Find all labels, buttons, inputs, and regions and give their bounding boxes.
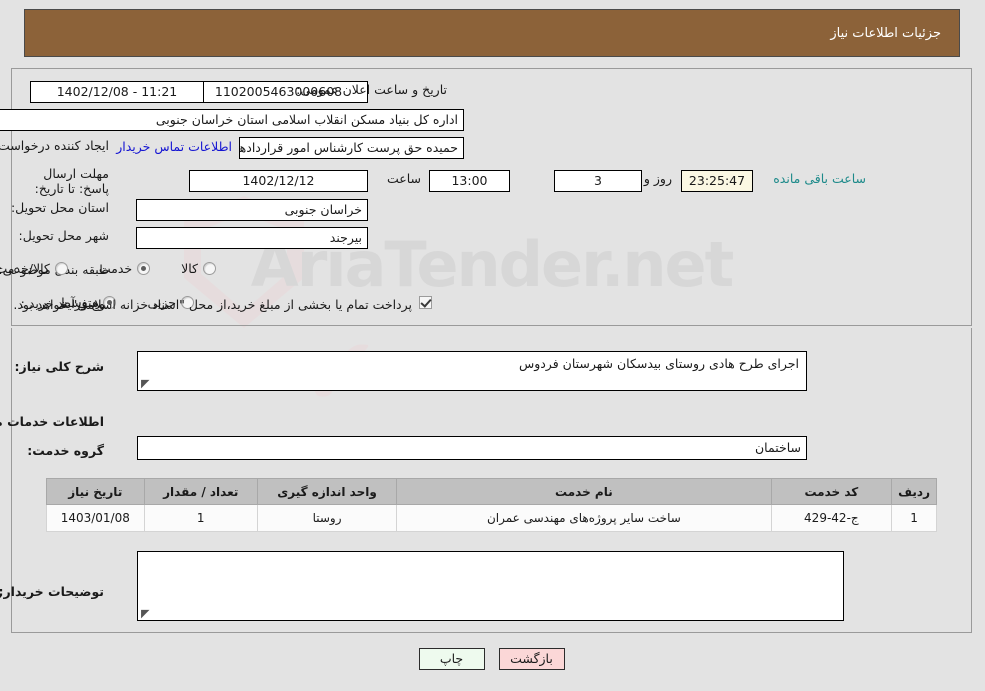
deadline-label: مهلت ارسال پاسخ: تا تاریخ:	[35, 166, 110, 196]
delivery-province-field-wrap: خراسان جنوبی	[137, 199, 369, 221]
deadline-hour-label-wrap: ساعت	[388, 171, 422, 186]
treasury-text-wrap: پرداخت تمام یا بخشی از مبلغ خرید،از محل …	[14, 297, 413, 312]
table-header-row: ردیف کد خدمت نام خدمت واحد اندازه گیری ت…	[47, 478, 938, 505]
radio-subject-khedmat[interactable]: خدمت	[99, 261, 152, 276]
deadline-date-value: 1402/12/12	[190, 170, 369, 192]
cell-quantity: 1	[144, 504, 259, 532]
radio-label-kala: کالا	[182, 261, 199, 276]
cell-index: 1	[892, 504, 938, 532]
buyer-contact-link[interactable]: اطلاعات تماس خریدار	[117, 139, 233, 154]
deadline-countdown-label-wrap: ساعت باقی مانده	[774, 171, 867, 186]
cell-need-date: 1403/01/08	[47, 504, 146, 532]
delivery-province-label-wrap: استان محل تحویل:	[12, 200, 110, 215]
page-title: جزئیات اطلاعات نیاز	[831, 25, 942, 41]
buyer-notes-label: توضیحات خریدار;	[0, 584, 105, 599]
page-header: جزئیات اطلاعات نیاز	[25, 9, 961, 57]
services-section-title-wrap: اطلاعات خدمات مورد نیاز	[0, 414, 105, 429]
announce-datetime-field-wrap: 11:21 - 1402/12/08	[31, 81, 205, 103]
cell-unit: روستا	[257, 504, 399, 532]
announce-datetime-value: 11:21 - 1402/12/08	[31, 81, 205, 103]
cell-service-code: ج-42-429	[771, 504, 894, 532]
delivery-city-field-wrap: بیرجند	[137, 227, 369, 249]
cell-service-name: ساخت سایر پروژه‌های مهندسی عمران	[397, 504, 773, 532]
general-description-label: شرح کلی نیاز:	[15, 359, 105, 374]
deadline-time-wrap: 13:00	[430, 170, 511, 192]
request-creator-label-wrap: ایجاد کننده درخواست:	[0, 138, 110, 153]
buyer-contact-link-wrap[interactable]: اطلاعات تماس خریدار	[117, 139, 233, 154]
deadline-days-wrap: 3	[555, 170, 643, 192]
service-group-field-wrap: ساختمان	[138, 436, 808, 460]
radio-label-kala-khedmat: کالا/خدمت	[0, 261, 51, 276]
table-row: 1 ج-42-429 ساخت سایر پروژه‌های مهندسی عم…	[47, 504, 938, 532]
resize-handle-icon[interactable]: ◥	[142, 607, 152, 620]
general-description-label-wrap: شرح کلی نیاز:	[16, 359, 105, 374]
deadline-days-value: 3	[555, 170, 643, 192]
buyer-notes-textarea[interactable]: ◥	[138, 551, 845, 621]
radio-button-selected-icon[interactable]	[138, 262, 152, 275]
resize-handle-icon[interactable]: ◥	[142, 377, 152, 390]
deadline-days-label-wrap: روز و	[645, 171, 673, 186]
radio-subject-kala[interactable]: کالا	[182, 261, 217, 276]
radio-button-icon[interactable]	[204, 262, 217, 275]
deadline-label-wrap: مهلت ارسال پاسخ: تا تاریخ:	[15, 166, 110, 197]
radio-label-khedmat: خدمت	[99, 261, 134, 276]
treasury-checkbox-text: پرداخت تمام یا بخشی از مبلغ خرید،از محل …	[14, 297, 413, 312]
print-button[interactable]: چاپ	[419, 648, 486, 670]
deadline-date-wrap: 1402/12/12	[190, 170, 369, 192]
announce-datetime-label-wrap: تاریخ و ساعت اعلان عمومی:	[297, 82, 448, 97]
delivery-city-label: شهر محل تحویل:	[19, 228, 110, 243]
request-creator-value: حمیده حق پرست کارشناس امور قراردادها ادا…	[240, 137, 465, 159]
table-col-quantity: تعداد / مقدار	[144, 478, 259, 505]
subject-category-radio-group: کالا خدمت کالا/خدمت	[0, 261, 217, 276]
general-description-value: اجرای طرح هادی روستای بیدسکان شهرستان فر…	[519, 356, 800, 371]
deadline-hour-label: ساعت	[387, 171, 422, 186]
need-info-panel	[12, 68, 973, 326]
request-creator-field-wrap: حمیده حق پرست کارشناس امور قراردادها ادا…	[240, 137, 465, 159]
buyer-org-value: اداره کل بنیاد مسکن انقلاب اسلامی استان …	[0, 109, 465, 131]
delivery-city-value: بیرجند	[137, 227, 369, 249]
page-root: ✔ AriaTender.net جزئیات اطلاعات نیاز شما…	[0, 0, 985, 691]
announce-datetime-label: تاریخ و ساعت اعلان عمومی:	[297, 82, 448, 97]
table-col-service-code: کد خدمت	[771, 478, 894, 505]
services-section-title: اطلاعات خدمات مورد نیاز	[0, 414, 105, 429]
services-table: ردیف کد خدمت نام خدمت واحد اندازه گیری ت…	[47, 478, 938, 532]
back-button[interactable]: بازگشت	[499, 648, 566, 670]
deadline-days-label: روز و	[644, 171, 673, 186]
table-col-service-name: نام خدمت	[397, 478, 773, 505]
radio-button-icon[interactable]	[55, 262, 69, 275]
delivery-province-label: استان محل تحویل:	[11, 200, 110, 215]
delivery-province-value: خراسان جنوبی	[137, 199, 369, 221]
delivery-city-label-wrap: شهر محل تحویل:	[20, 228, 110, 243]
service-group-label: گروه خدمت:	[28, 443, 105, 458]
table-col-need-date: تاریخ نیاز	[47, 478, 146, 505]
deadline-countdown-value: 23:25:47	[682, 170, 754, 192]
general-description-textarea[interactable]: اجرای طرح هادی روستای بیدسکان شهرستان فر…	[138, 351, 808, 391]
buyer-notes-label-wrap: توضیحات خریدار;	[0, 584, 105, 599]
radio-subject-kala-khedmat[interactable]: کالا/خدمت	[0, 261, 69, 276]
table-col-unit: واحد اندازه گیری	[257, 478, 399, 505]
footer-actions: بازگشت چاپ	[0, 648, 985, 670]
deadline-countdown-wrap: 23:25:47	[682, 170, 754, 192]
deadline-time-value: 13:00	[430, 170, 511, 192]
table-col-index: ردیف	[892, 478, 938, 505]
deadline-countdown-label: ساعت باقی مانده	[774, 171, 867, 186]
treasury-checkbox[interactable]	[420, 296, 433, 309]
request-creator-label: ایجاد کننده درخواست:	[0, 138, 110, 153]
buyer-org-field-wrap: اداره کل بنیاد مسکن انقلاب اسلامی استان …	[0, 109, 465, 131]
service-group-value: ساختمان	[138, 436, 808, 460]
service-group-label-wrap: گروه خدمت:	[28, 443, 105, 458]
treasury-checkbox-wrap[interactable]	[420, 296, 433, 309]
